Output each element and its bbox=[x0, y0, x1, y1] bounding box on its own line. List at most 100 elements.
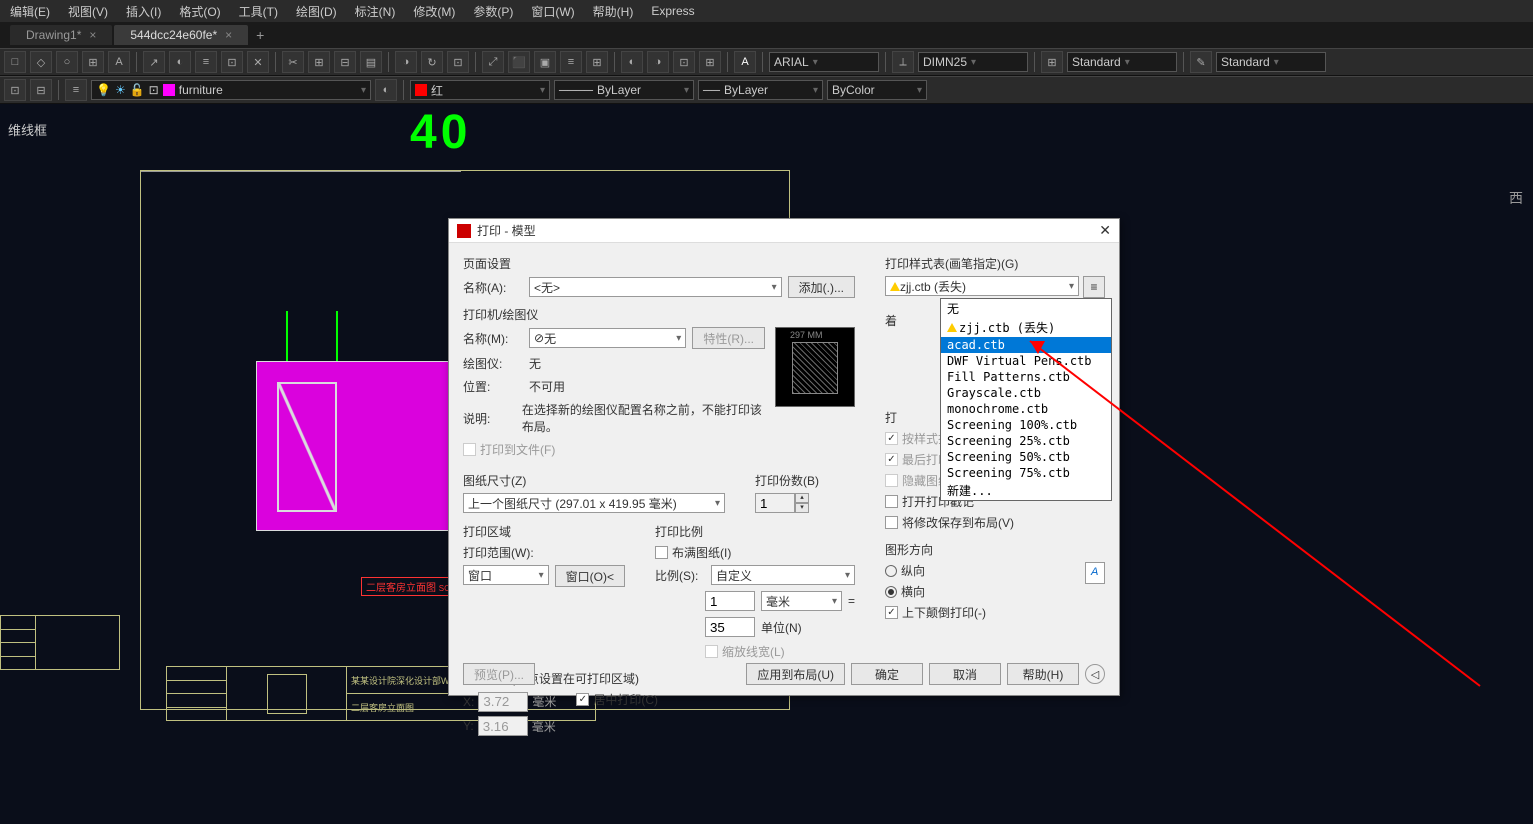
toolbar-icon[interactable]: ✂ bbox=[282, 51, 304, 73]
dropdown-item-scr100[interactable]: Screening 100%.ctb bbox=[941, 417, 1111, 433]
menu-dimension[interactable]: 标注(N) bbox=[355, 3, 396, 20]
printer-select[interactable]: ⊘ 无▾ bbox=[529, 328, 686, 348]
toolbar-icon[interactable]: ◐ bbox=[621, 51, 643, 73]
scale-mm-input[interactable] bbox=[705, 591, 755, 611]
toolbar-icon[interactable]: ⊞ bbox=[586, 51, 608, 73]
menu-express[interactable]: Express bbox=[651, 4, 694, 18]
toolbar-icon[interactable]: □ bbox=[4, 51, 26, 73]
menu-insert[interactable]: 插入(I) bbox=[126, 3, 161, 20]
toolbar-icon[interactable]: ↻ bbox=[421, 51, 443, 73]
viewcube-west[interactable]: 西 bbox=[1509, 188, 1523, 208]
linetype-select[interactable]: ────ByLayer▾ bbox=[554, 80, 694, 100]
toolbar-icon[interactable]: A bbox=[734, 51, 756, 73]
toolbar-icon[interactable]: ◐ bbox=[375, 79, 397, 101]
dropdown-item-zjj[interactable]: zjj.ctb (丢失) bbox=[941, 318, 1111, 337]
add-button[interactable]: 添加(.)... bbox=[788, 276, 855, 298]
toolbar-icon[interactable]: ≡ bbox=[195, 51, 217, 73]
toolbar-icon[interactable]: ⊞ bbox=[82, 51, 104, 73]
copies-input[interactable] bbox=[755, 493, 795, 513]
paper-size-select[interactable]: 上一个图纸尺寸 (297.01 x 419.95 毫米)▾ bbox=[463, 493, 725, 513]
layer-icon[interactable]: ≡ bbox=[65, 79, 87, 101]
upside-checkbox[interactable] bbox=[885, 606, 898, 619]
menu-params[interactable]: 参数(P) bbox=[473, 3, 513, 20]
scale-units-input[interactable] bbox=[705, 617, 755, 637]
toolbar-icon[interactable]: ▣ bbox=[534, 51, 556, 73]
toolbar-icon[interactable]: ✎ bbox=[1190, 51, 1212, 73]
tab-544dcc[interactable]: 544dcc24e60fe*× bbox=[114, 25, 248, 45]
menu-tools[interactable]: 工具(T) bbox=[239, 3, 278, 20]
stamp-checkbox[interactable] bbox=[885, 495, 898, 508]
cancel-button[interactable]: 取消 bbox=[929, 663, 1001, 685]
toolbar-icon[interactable]: ▤ bbox=[360, 51, 382, 73]
close-icon[interactable]: × bbox=[89, 28, 96, 42]
dropdown-item-scr25[interactable]: Screening 25%.ctb bbox=[941, 433, 1111, 449]
toolbar-icon[interactable]: ⊞ bbox=[308, 51, 330, 73]
toolbar-icon[interactable]: A bbox=[108, 51, 130, 73]
copies-spinner[interactable]: ▴▾ bbox=[755, 493, 855, 513]
toolbar-icon[interactable]: ⊟ bbox=[334, 51, 356, 73]
toolbar-icon[interactable]: ⊞ bbox=[1041, 51, 1063, 73]
dropdown-item-acad[interactable]: acad.ctb bbox=[941, 337, 1111, 353]
dropdown-item-fill[interactable]: Fill Patterns.ctb bbox=[941, 369, 1111, 385]
apply-layout-button[interactable]: 应用到布局(U) bbox=[746, 663, 845, 685]
font-select[interactable]: ARIAL▾ bbox=[769, 52, 879, 72]
toolbar-icon[interactable]: ✕ bbox=[247, 51, 269, 73]
menu-draw[interactable]: 绘图(D) bbox=[296, 3, 337, 20]
toolbar-icon[interactable]: ⊞ bbox=[699, 51, 721, 73]
toolbar-icon[interactable]: ⊡ bbox=[447, 51, 469, 73]
toolbar-icon[interactable]: ⊡ bbox=[4, 79, 26, 101]
dropdown-item-new[interactable]: 新建... bbox=[941, 481, 1111, 500]
dropdown-item-dwf[interactable]: DWF Virtual Pens.ctb bbox=[941, 353, 1111, 369]
dropdown-item-scr75[interactable]: Screening 75%.ctb bbox=[941, 465, 1111, 481]
range-select[interactable]: 窗口▾ bbox=[463, 565, 549, 585]
window-button[interactable]: 窗口(O)< bbox=[555, 565, 625, 587]
mm-select[interactable]: 毫米▾ bbox=[761, 591, 842, 611]
bycolor-select[interactable]: ByColor▾ bbox=[827, 80, 927, 100]
layer-select[interactable]: 💡☀🔓⊡ furniture ▾ bbox=[91, 80, 371, 100]
dimension-icon[interactable]: ⟂ bbox=[892, 51, 914, 73]
menu-help[interactable]: 帮助(H) bbox=[593, 3, 634, 20]
plot-style-edit-button[interactable]: ≡ bbox=[1083, 276, 1105, 298]
plot-style-select[interactable]: zjj.ctb (丢失)▾ bbox=[885, 276, 1079, 296]
center-checkbox[interactable] bbox=[576, 693, 589, 706]
dropdown-item-mono[interactable]: monochrome.ctb bbox=[941, 401, 1111, 417]
std-select[interactable]: Standard▾ bbox=[1067, 52, 1177, 72]
save-layout-checkbox[interactable] bbox=[885, 516, 898, 529]
toolbar-icon[interactable]: ○ bbox=[56, 51, 78, 73]
landscape-radio[interactable] bbox=[885, 586, 897, 598]
dropdown-item-none[interactable]: 无 bbox=[941, 299, 1111, 318]
portrait-radio[interactable] bbox=[885, 565, 897, 577]
name-a-select[interactable]: <无>▾ bbox=[529, 277, 782, 297]
toolbar-icon[interactable]: ⬛ bbox=[508, 51, 530, 73]
toolbar-icon[interactable]: ◑ bbox=[647, 51, 669, 73]
menu-format[interactable]: 格式(O) bbox=[179, 3, 220, 20]
lineweight-select[interactable]: ──ByLayer▾ bbox=[698, 80, 823, 100]
dropdown-item-scr50[interactable]: Screening 50%.ctb bbox=[941, 449, 1111, 465]
scale-select[interactable]: 自定义▾ bbox=[711, 565, 855, 585]
help-button[interactable]: 帮助(H) bbox=[1007, 663, 1079, 685]
toolbar-icon[interactable]: ⊡ bbox=[673, 51, 695, 73]
dimstyle-select[interactable]: DIMN25▾ bbox=[918, 52, 1028, 72]
menu-view[interactable]: 视图(V) bbox=[68, 3, 108, 20]
expand-button[interactable]: ◁ bbox=[1085, 664, 1105, 684]
toolbar-icon[interactable]: ≡ bbox=[560, 51, 582, 73]
toolbar-icon[interactable]: ⊡ bbox=[221, 51, 243, 73]
menu-window[interactable]: 窗口(W) bbox=[531, 3, 574, 20]
color-select[interactable]: 红▾ bbox=[410, 80, 550, 100]
dropdown-item-gray[interactable]: Grayscale.ctb bbox=[941, 385, 1111, 401]
ok-button[interactable]: 确定 bbox=[851, 663, 923, 685]
toolbar-icon[interactable]: ◑ bbox=[395, 51, 417, 73]
tab-add-button[interactable]: + bbox=[250, 27, 270, 43]
std-select-2[interactable]: Standard▾ bbox=[1216, 52, 1326, 72]
close-icon[interactable]: × bbox=[225, 28, 232, 42]
toolbar-icon[interactable]: ◇ bbox=[30, 51, 52, 73]
toolbar-icon[interactable]: ◐ bbox=[169, 51, 191, 73]
menu-edit[interactable]: 编辑(E) bbox=[10, 3, 50, 20]
toolbar-icon[interactable]: ⤢ bbox=[482, 51, 504, 73]
menu-modify[interactable]: 修改(M) bbox=[413, 3, 455, 20]
fit-paper-checkbox[interactable] bbox=[655, 546, 668, 559]
toolbar-icon[interactable]: ↗ bbox=[143, 51, 165, 73]
close-icon[interactable]: ✕ bbox=[1099, 222, 1111, 239]
toolbar-icon[interactable]: ⊟ bbox=[30, 79, 52, 101]
tab-drawing1[interactable]: Drawing1*× bbox=[10, 25, 112, 45]
